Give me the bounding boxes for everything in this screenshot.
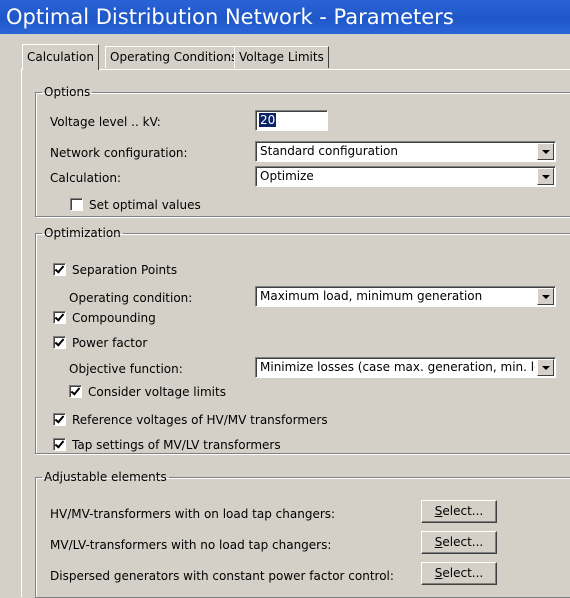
mv-lv-transformers-label: MV/LV-transformers with no load tap chan…: [50, 538, 332, 552]
set-optimal-values-checkbox[interactable]: Set optimal values: [70, 198, 201, 212]
voltage-level-input[interactable]: 20: [255, 110, 328, 131]
options-legend: Options: [44, 85, 91, 99]
calculation-select[interactable]: Optimize: [255, 166, 556, 187]
objective-function-select[interactable]: Minimize losses (case max. generation, m…: [255, 357, 556, 378]
tap-settings-checkbox[interactable]: Tap settings of MV/LV transformers: [53, 438, 281, 452]
calculation-label: Calculation:: [50, 171, 121, 185]
dispersed-generators-label: Dispersed generators with constant power…: [50, 569, 394, 583]
operating-condition-select[interactable]: Maximum load, minimum generation: [255, 286, 556, 307]
checkbox-box[interactable]: [70, 198, 83, 211]
adjustable-elements-legend: Adjustable elements: [44, 470, 167, 484]
check-icon[interactable]: [53, 438, 66, 451]
window-title: Optimal Distribution Network - Parameter…: [0, 0, 570, 34]
optimization-legend: Optimization: [44, 226, 121, 240]
reference-voltages-checkbox[interactable]: Reference voltages of HV/MV transformers: [53, 413, 328, 427]
network-config-label: Network configuration:: [50, 146, 188, 160]
check-icon[interactable]: [53, 311, 66, 324]
voltage-level-label: Voltage level .. kV:: [50, 115, 161, 129]
hv-mv-transformers-label: HV/MV-transformers with on load tap chan…: [50, 507, 336, 521]
objective-function-label: Objective function:: [69, 362, 183, 376]
select-mv-lv-transformers-button[interactable]: Select...: [421, 531, 497, 554]
calculation-tab-panel: Options Voltage level .. kV: 20 Network …: [21, 69, 570, 598]
chevron-down-icon[interactable]: [537, 288, 554, 305]
check-icon[interactable]: [53, 336, 66, 349]
select-dispersed-generators-button[interactable]: Select...: [421, 562, 497, 585]
tab-operating-conditions[interactable]: Operating Conditions: [105, 46, 243, 68]
network-config-select[interactable]: Standard configuration: [255, 141, 556, 162]
operating-condition-label: Operating condition:: [69, 291, 193, 305]
check-icon[interactable]: [53, 263, 66, 276]
tab-voltage-limits[interactable]: Voltage Limits: [234, 46, 329, 68]
check-icon[interactable]: [69, 385, 82, 398]
select-hv-mv-transformers-button[interactable]: Select...: [421, 500, 497, 523]
chevron-down-icon[interactable]: [537, 168, 554, 185]
chevron-down-icon[interactable]: [537, 143, 554, 160]
consider-voltage-limits-checkbox[interactable]: Consider voltage limits: [69, 385, 226, 399]
power-factor-checkbox[interactable]: Power factor: [53, 336, 147, 350]
check-icon[interactable]: [53, 413, 66, 426]
tab-calculation[interactable]: Calculation: [22, 44, 99, 70]
chevron-down-icon[interactable]: [537, 359, 554, 376]
compounding-checkbox[interactable]: Compounding: [53, 311, 156, 325]
separation-points-checkbox[interactable]: Separation Points: [53, 263, 177, 277]
